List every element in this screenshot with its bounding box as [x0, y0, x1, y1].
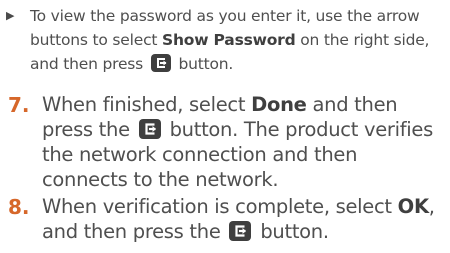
bullet-text-part-3: button.: [173, 55, 234, 73]
show-password-label: Show Password: [162, 31, 296, 49]
step-7: 7. When finished, select Done and then p…: [8, 92, 448, 192]
step-8-text-part-1: When verification is complete, select: [42, 195, 398, 218]
step-number: 8.: [8, 195, 30, 219]
step-8-text-part-3: button.: [254, 220, 329, 243]
triangle-bullet-icon: ▶: [6, 9, 15, 22]
bullet-note: ▶ To view the password as you enter it, …: [6, 4, 446, 76]
done-label: Done: [251, 93, 307, 116]
ok-label: OK: [397, 195, 429, 218]
enter-icon: [229, 220, 252, 241]
step-7-text-part-1: When finished, select: [42, 93, 252, 116]
step-text: When verification is complete, select OK…: [42, 194, 448, 244]
step-number: 7.: [8, 93, 30, 117]
enter-icon: [138, 118, 161, 139]
bullet-note-text: To view the password as you enter it, us…: [30, 4, 446, 76]
step-8: 8. When verification is complete, select…: [8, 194, 448, 244]
enter-icon: [150, 53, 171, 72]
step-text: When finished, select Done and then pres…: [42, 92, 448, 192]
